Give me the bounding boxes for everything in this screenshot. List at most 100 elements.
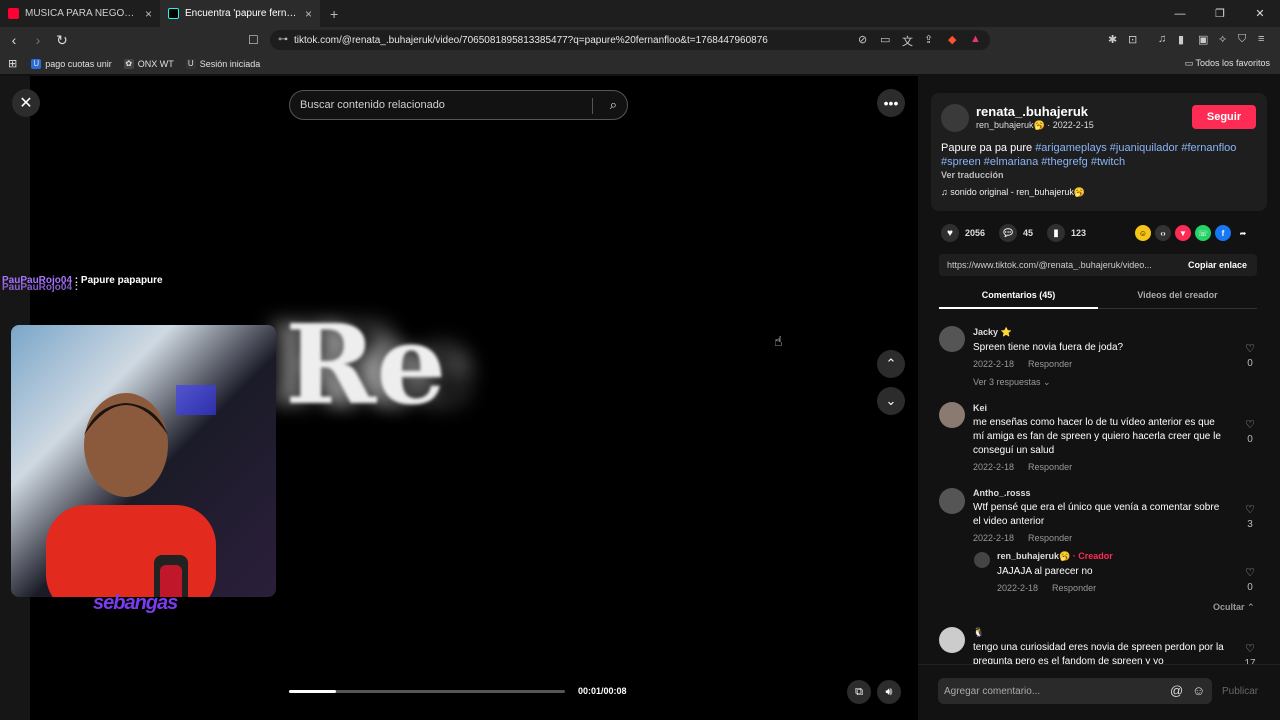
translate-icon[interactable]: 文 bbox=[902, 33, 913, 49]
sidebar-icon[interactable]: ▮ bbox=[1178, 33, 1184, 46]
volume-button[interactable]: 🔊︎ bbox=[877, 680, 901, 704]
comment-like-button[interactable]: ♡ 17 bbox=[1243, 642, 1257, 664]
extensions-icon[interactable]: ✱ bbox=[1108, 33, 1117, 46]
chevron-down-icon: ⌄ bbox=[885, 393, 897, 408]
share-icon[interactable]: ⇪ bbox=[924, 33, 933, 46]
brave-shield-icon[interactable]: ◆ bbox=[948, 33, 956, 46]
whatsapp-icon[interactable]: ☏ bbox=[1195, 225, 1211, 241]
repost-icon[interactable]: ▼ bbox=[1175, 225, 1191, 241]
chat-line: PauPauRojo04 : bbox=[2, 282, 79, 293]
streamer-silhouette bbox=[46, 385, 216, 597]
tab-comments[interactable]: Comentarios (45) bbox=[939, 283, 1098, 309]
browser-tab-music[interactable]: MUSICA PARA NEGOCIAR #1 | Jazz | × bbox=[0, 0, 160, 27]
share-arrow-icon[interactable]: ➦ bbox=[1235, 225, 1251, 241]
commenter-avatar[interactable] bbox=[939, 627, 965, 653]
minimize-icon[interactable]: — bbox=[1160, 0, 1200, 27]
share-link-box: https://www.tiktok.com/@renata_.buhajeru… bbox=[939, 254, 1257, 276]
bookmarks-bar: ⊞ Upago cuotas unir ✿ ONX WT U Sesión inic… bbox=[0, 53, 1280, 75]
next-video-button[interactable]: ⌄ bbox=[877, 387, 905, 415]
more-icon: ••• bbox=[883, 95, 899, 111]
bookmark-pago-cuotas[interactable]: Upago cuotas unir bbox=[31, 58, 112, 69]
video-progress-bar[interactable] bbox=[289, 690, 565, 693]
browser-tab-tiktok[interactable]: Encuentra 'papure fernanfloo' × bbox=[160, 0, 320, 27]
menu-icon[interactable]: ≡ bbox=[1258, 33, 1264, 45]
embed-icon[interactable]: ‹› bbox=[1155, 225, 1171, 241]
mouse-cursor-icon: ☝ bbox=[774, 333, 783, 349]
follow-button[interactable]: Seguir bbox=[1192, 105, 1256, 129]
reload-icon[interactable]: ↻ bbox=[52, 32, 72, 49]
close-tab-icon[interactable]: × bbox=[305, 7, 312, 21]
hide-replies-button[interactable]: Ocultar ⌃ bbox=[1213, 602, 1255, 613]
share-link-text[interactable]: https://www.tiktok.com/@renata_.buhajeru… bbox=[947, 260, 1172, 270]
screenshot-icon[interactable]: ⊡ bbox=[1128, 33, 1137, 46]
comment-like-button[interactable]: ♡ 0 bbox=[1243, 566, 1257, 593]
publish-button[interactable]: Publicar bbox=[1222, 686, 1258, 697]
bookmark-page-icon[interactable]: ☐ bbox=[248, 33, 259, 47]
facebook-icon[interactable]: f bbox=[1215, 225, 1231, 241]
view-replies-button[interactable]: Ver 3 respuestas ⌄ bbox=[973, 377, 1051, 388]
new-tab-button[interactable]: + bbox=[330, 6, 338, 22]
search-icon[interactable]: ⌕ bbox=[610, 97, 617, 113]
apps-icon[interactable]: ⊞ bbox=[8, 57, 17, 70]
heart-icon: ♥ bbox=[941, 224, 959, 242]
site-info-icon[interactable]: ⊶ bbox=[278, 34, 288, 45]
comment-like-button[interactable]: ♡ 3 bbox=[1243, 503, 1257, 530]
post-description: Papure pa pa pure #arigameplays #juaniqu… bbox=[941, 142, 1237, 168]
cast-icon[interactable]: ▭ bbox=[880, 33, 890, 46]
commenter-avatar[interactable] bbox=[939, 488, 965, 514]
commenter-avatar[interactable] bbox=[939, 326, 965, 352]
reply-button[interactable]: Responder bbox=[1052, 583, 1096, 593]
streamer-brand-logo: sebangas bbox=[93, 592, 178, 614]
mention-icon[interactable]: @ bbox=[1170, 683, 1183, 698]
heart-outline-icon: ♡ bbox=[1245, 567, 1255, 579]
wallet-icon[interactable]: ▣ bbox=[1198, 33, 1208, 46]
translate-link[interactable]: Ver traducción bbox=[941, 170, 1004, 180]
youtube-icon bbox=[8, 8, 19, 19]
pip-icon: ⧉ bbox=[855, 685, 863, 698]
author-avatar[interactable] bbox=[941, 104, 969, 132]
save-button[interactable]: ▮ 123 bbox=[1047, 224, 1086, 242]
all-favorites[interactable]: ▭ Todos los favoritos bbox=[1185, 58, 1270, 69]
emoji-icon[interactable]: ☺ bbox=[1192, 683, 1205, 698]
leo-ai-icon[interactable]: ✧ bbox=[1218, 33, 1227, 46]
no-tracking-icon[interactable]: ⊘ bbox=[858, 33, 867, 46]
forward-icon[interactable]: › bbox=[28, 32, 48, 48]
commenter-avatar[interactable] bbox=[939, 402, 965, 428]
comment-input[interactable]: Agregar comentario... @ ☺ bbox=[938, 678, 1212, 704]
heart-outline-icon: ♡ bbox=[1245, 504, 1255, 516]
vpn-icon[interactable]: ⛉ bbox=[1238, 33, 1246, 46]
comment-like-button[interactable]: ♡ 0 bbox=[1243, 342, 1257, 369]
bookmark-onx-wt[interactable]: ✿ ONX WT bbox=[123, 58, 174, 69]
tab-creator-videos[interactable]: Videos del creador bbox=[1098, 283, 1257, 309]
close-tab-icon[interactable]: × bbox=[145, 7, 152, 21]
media-icon[interactable]: ♫ bbox=[1158, 33, 1166, 45]
restore-icon[interactable]: ❐ bbox=[1200, 0, 1240, 27]
reply-button[interactable]: Responder bbox=[1028, 462, 1072, 472]
comment-item: Jacky ⭐ Spreen tiene novia fuera de joda… bbox=[973, 327, 1124, 369]
like-button[interactable]: ♥ 2056 bbox=[941, 224, 985, 242]
back-icon[interactable]: ‹ bbox=[4, 32, 24, 48]
creator-avatar[interactable] bbox=[974, 552, 990, 568]
comment-button[interactable]: 💬︎ 45 bbox=[999, 224, 1033, 242]
rewards-icon[interactable]: ▲ bbox=[970, 33, 981, 45]
reply-item: ren_buhajeruk🥱 · Creador JAJAJA al parec… bbox=[997, 551, 1113, 593]
reply-button[interactable]: Responder bbox=[1028, 533, 1072, 543]
close-window-icon[interactable]: ✕ bbox=[1240, 0, 1280, 27]
coin-icon[interactable]: ☺ bbox=[1135, 225, 1151, 241]
author-username[interactable]: renata_.buhajeruk bbox=[976, 104, 1088, 119]
tiktok-icon bbox=[168, 8, 179, 19]
reply-button[interactable]: Responder bbox=[1028, 359, 1072, 369]
previous-video-button[interactable]: ⌃ bbox=[877, 350, 905, 378]
floating-player-button[interactable]: ⧉ bbox=[847, 680, 871, 704]
copy-link-button[interactable]: Copiar enlace bbox=[1188, 260, 1247, 270]
bookmark-sesion[interactable]: U Sesión iniciada bbox=[185, 58, 260, 69]
close-video-button[interactable]: ✕ bbox=[12, 89, 40, 117]
search-placeholder: Buscar contenido relacionado bbox=[300, 99, 445, 111]
search-input[interactable]: Buscar contenido relacionado ⌕ bbox=[289, 90, 628, 120]
video-frame-text: Re bbox=[285, 300, 447, 429]
progress-fill bbox=[289, 690, 336, 693]
close-icon: ✕ bbox=[19, 95, 33, 112]
comment-like-button[interactable]: ♡ 0 bbox=[1243, 418, 1257, 445]
sound-link[interactable]: ♫ sonido original - ren_buhajeruk🥱 bbox=[941, 187, 1085, 198]
more-options-button[interactable]: ••• bbox=[877, 89, 905, 117]
